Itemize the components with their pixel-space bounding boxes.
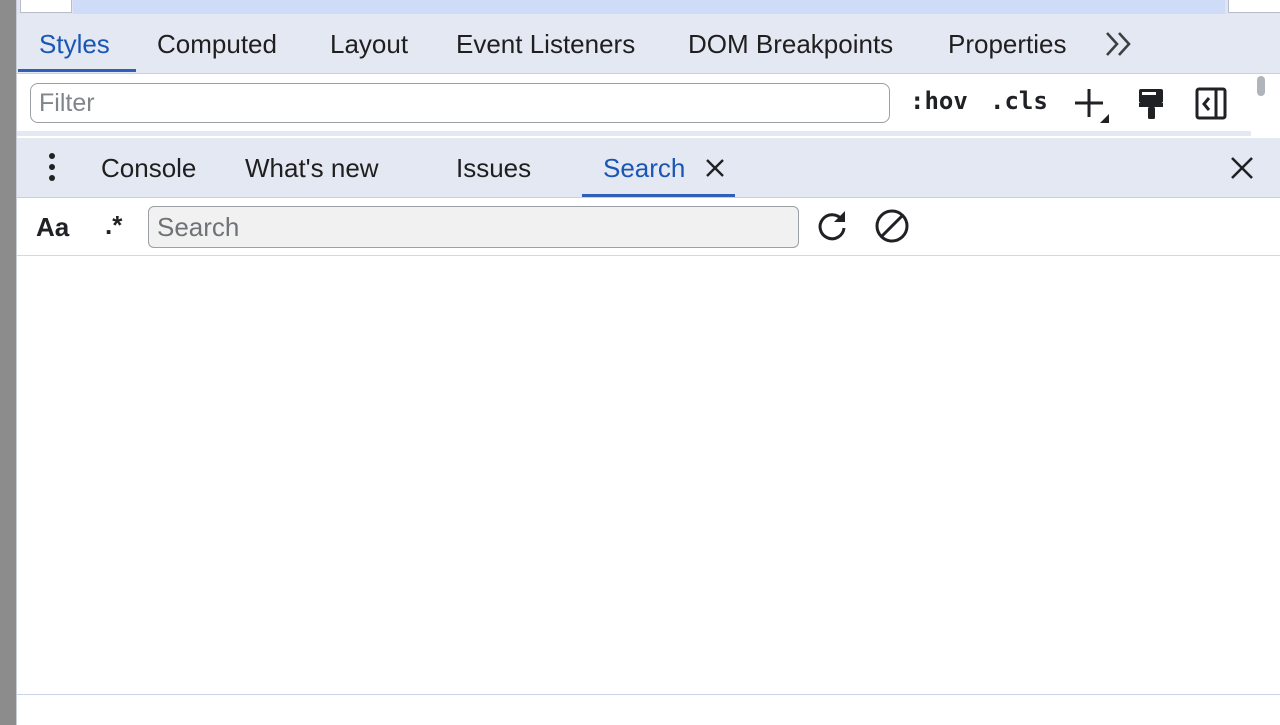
dom-row-left-box [20, 0, 72, 13]
elements-sidebar-tabbar: Styles Computed Layout Event Listeners D… [17, 14, 1280, 74]
search-input[interactable] [148, 206, 799, 248]
active-drawer-tab-indicator [582, 194, 735, 197]
active-tab-indicator [18, 69, 136, 72]
window-edge [0, 0, 16, 725]
tab-dom-breakpoints[interactable]: DOM Breakpoints [688, 14, 893, 72]
tab-event-listeners[interactable]: Event Listeners [456, 14, 635, 72]
drawer-tab-whats-new[interactable]: What's new [245, 138, 379, 196]
tab-computed[interactable]: Computed [157, 14, 277, 72]
regex-toggle[interactable]: .* [105, 210, 122, 241]
toggle-sidebar-icon[interactable] [1194, 86, 1228, 127]
drawer-tab-search[interactable]: Search [603, 138, 685, 196]
styles-scrollbar[interactable] [1257, 76, 1265, 96]
tab-layout[interactable]: Layout [330, 14, 408, 72]
paint-format-icon[interactable] [1135, 86, 1169, 127]
styles-pane-bottom-edge [17, 131, 1251, 136]
drawer-tab-issues[interactable]: Issues [456, 138, 531, 196]
tab-styles[interactable]: Styles [39, 14, 110, 72]
search-status-bar [17, 694, 1280, 725]
dom-row-right-box [1228, 0, 1280, 13]
clear-icon[interactable] [874, 208, 910, 249]
devtools-panel: Styles Computed Layout Event Listeners D… [16, 0, 1280, 725]
new-style-rule-icon[interactable] [1073, 86, 1113, 129]
close-tab-icon[interactable] [704, 157, 726, 184]
drawer-tab-console[interactable]: Console [101, 138, 196, 196]
hov-toggle[interactable]: :hov [910, 87, 968, 115]
refresh-icon[interactable] [814, 208, 850, 249]
match-case-toggle[interactable]: Aa [36, 212, 69, 243]
cls-toggle[interactable]: .cls [990, 87, 1048, 115]
styles-toolbar: :hov .cls [17, 74, 1280, 136]
close-icon[interactable] [1229, 155, 1255, 186]
styles-filter-input[interactable] [30, 83, 890, 123]
search-toolbar: Aa .* [17, 198, 1280, 256]
tab-properties[interactable]: Properties [948, 14, 1067, 72]
dom-row-highlight [73, 0, 1225, 14]
more-vertical-icon[interactable] [43, 151, 61, 190]
drawer-tabbar: Console What's new Issues Search [17, 138, 1280, 198]
dom-tree-highlighted-row [17, 0, 1280, 14]
search-results-area [17, 256, 1280, 694]
double-chevron-right-icon[interactable] [1103, 30, 1135, 58]
